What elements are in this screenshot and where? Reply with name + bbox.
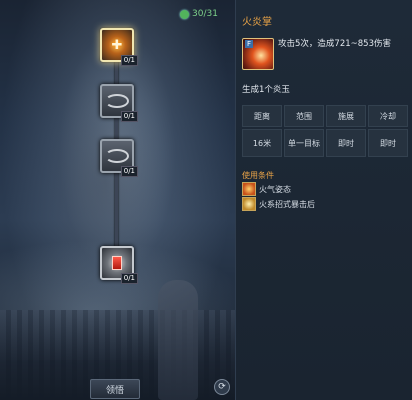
skill-description: 攻击5次，造成721~853伤害 xyxy=(278,39,391,49)
stat-value-area: 单一目标 xyxy=(284,129,324,157)
stat-header-cast: 施展 xyxy=(326,105,366,127)
fire-stance-icon xyxy=(242,182,256,196)
skill-points-value: 30/31 xyxy=(192,9,218,19)
skill-node-3[interactable]: 0/1 xyxy=(100,139,138,177)
conditions-title: 使用条件 xyxy=(242,171,274,180)
skill-node-count: 0/1 xyxy=(120,273,138,284)
learn-button[interactable]: 领悟 xyxy=(90,379,140,399)
fire-palm-icon: F xyxy=(242,38,274,70)
swirl-icon xyxy=(105,94,129,108)
condition-item: 火系招式暴击后 xyxy=(242,197,315,211)
skill-node-4-selected[interactable]: 0/1 xyxy=(100,246,138,284)
fire-gem-icon xyxy=(112,256,122,270)
skill-point-icon xyxy=(180,9,189,19)
skill-stats-table: 距离 范围 施展 冷却 16米 单一目标 即时 即时 xyxy=(242,105,408,157)
skill-points: 30/31 xyxy=(180,9,218,19)
refresh-icon: ⟳ xyxy=(218,381,226,392)
crit-burst-icon xyxy=(242,197,256,211)
skill-node-count: 0/1 xyxy=(120,55,138,66)
condition-label: 火气姿态 xyxy=(259,184,291,194)
skill-node-1[interactable]: ✚ 0/1 xyxy=(100,28,138,66)
stat-header-cooldown: 冷却 xyxy=(368,105,408,127)
stat-header-range: 距离 xyxy=(242,105,282,127)
skill-node-count: 0/1 xyxy=(120,166,138,177)
stat-value-range: 16米 xyxy=(242,129,282,157)
condition-item: 火气姿态 xyxy=(242,182,291,196)
keybind-label: F xyxy=(245,40,254,48)
skill-tree-panel: 30/31 ✚ 0/1 0/1 0/1 0/1 领悟 ⟳ xyxy=(0,0,235,400)
skill-node-2[interactable]: 0/1 xyxy=(100,84,138,122)
condition-label: 火系招式暴击后 xyxy=(259,199,315,209)
stat-value-cast: 即时 xyxy=(326,129,366,157)
tree-connector xyxy=(115,170,118,248)
skill-name: 火炎掌 xyxy=(242,17,272,28)
skill-detail-panel: 火炎掌 F 攻击5次，造成721~853伤害 生成1个炎玉 距离 范围 施展 冷… xyxy=(235,0,412,400)
stat-header-area: 范围 xyxy=(284,105,324,127)
skill-node-count: 0/1 xyxy=(120,111,138,122)
plus-icon: ✚ xyxy=(111,37,123,53)
reset-button[interactable]: ⟳ xyxy=(214,379,230,395)
stat-value-cooldown: 即时 xyxy=(368,129,408,157)
swirl-icon xyxy=(105,149,129,163)
skill-effect: 生成1个炎玉 xyxy=(242,85,290,95)
background-statue xyxy=(158,280,198,400)
